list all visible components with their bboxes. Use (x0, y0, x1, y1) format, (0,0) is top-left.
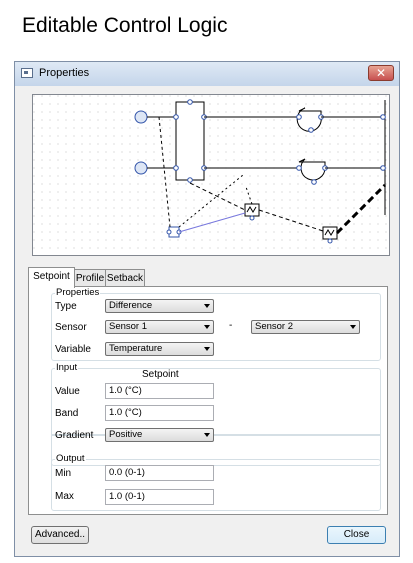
band-field[interactable]: 1.0 (°C) (105, 405, 214, 421)
properties-group-label: Properties (55, 287, 101, 298)
sensor2-select-value: Sensor 2 (255, 321, 294, 332)
close-icon[interactable]: ✕ (368, 65, 394, 81)
tab-setpoint[interactable]: Setpoint (28, 267, 75, 288)
setpoint-column-header: Setpoint (142, 369, 179, 380)
value-field[interactable]: 1.0 (°C) (105, 383, 214, 399)
close-button[interactable]: Close (327, 526, 386, 544)
page-heading: Editable Control Logic (22, 14, 228, 37)
dropdown-arrow-icon (204, 433, 210, 437)
properties-window: Properties ✕ Setpoint Profile Setback Pr… (14, 61, 400, 557)
type-select-value: Difference (109, 300, 153, 311)
band-label: Band (55, 408, 79, 419)
max-field[interactable]: 1.0 (0-1) (105, 489, 214, 505)
dropdown-arrow-icon (204, 347, 210, 351)
gradient-label: Gradient (55, 430, 94, 441)
value-label: Value (55, 386, 80, 397)
dropdown-arrow-icon (204, 304, 210, 308)
setpoint-panel: Properties Type Difference Sensor Sensor… (28, 286, 388, 515)
dropdown-arrow-icon (350, 325, 356, 329)
control-diagram (33, 95, 389, 255)
tab-setback[interactable]: Setback (105, 269, 145, 287)
setpoint-node[interactable] (166, 226, 182, 238)
sensor-label: Sensor (55, 322, 87, 333)
gradient-select-value: Positive (109, 429, 143, 440)
tab-profile[interactable]: Profile (74, 269, 106, 287)
control-logic-canvas[interactable] (32, 94, 390, 256)
window-icon (21, 68, 33, 78)
sensor-separator: - (229, 320, 233, 331)
variable-label: Variable (55, 344, 91, 355)
dropdown-arrow-icon (204, 325, 210, 329)
output-group-label: Output (55, 453, 86, 464)
gradient-select[interactable]: Positive (105, 428, 214, 442)
variable-select-value: Temperature (109, 343, 163, 354)
window-title: Properties (39, 67, 90, 79)
sensor1-select-value: Sensor 1 (109, 321, 148, 332)
mixing-box[interactable] (175, 101, 205, 181)
max-label: Max (55, 491, 74, 502)
type-select[interactable]: Difference (105, 299, 214, 313)
title-bar[interactable]: Properties ✕ (15, 62, 399, 86)
min-label: Min (55, 468, 72, 479)
variable-select[interactable]: Temperature (105, 342, 214, 356)
sensor2-select[interactable]: Sensor 2 (251, 320, 360, 334)
output-group (51, 459, 381, 511)
type-label: Type (55, 301, 77, 312)
min-field[interactable]: 0.0 (0-1) (105, 465, 214, 481)
input-group-label: Input (55, 362, 79, 373)
input-group (51, 368, 381, 466)
advanced-button[interactable]: Advanced.. (31, 526, 89, 544)
sensor1-select[interactable]: Sensor 1 (105, 320, 214, 334)
